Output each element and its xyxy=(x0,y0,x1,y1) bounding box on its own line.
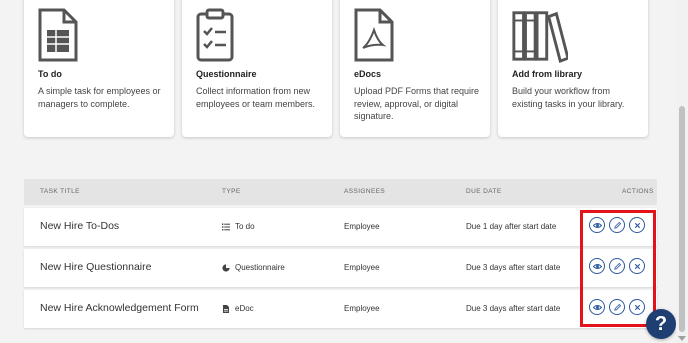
table-row[interactable]: New Hire To-Dos To do Employee Due 1 day… xyxy=(24,208,657,246)
task-type-label: Questionnaire xyxy=(235,263,285,272)
task-assignee: Employee xyxy=(344,222,380,231)
task-type: Questionnaire xyxy=(222,263,285,272)
card-add-from-library[interactable]: Add from library Build your workflow fro… xyxy=(498,0,648,137)
scroll-down-icon[interactable] xyxy=(678,336,686,341)
table-row[interactable]: New Hire Questionnaire Questionnaire Emp… xyxy=(24,249,657,287)
header-type[interactable]: TYPE xyxy=(222,188,241,195)
card-title: To do xyxy=(38,69,62,79)
task-type-label: eDoc xyxy=(235,304,254,313)
card-description: Build your workflow from existing tasks … xyxy=(512,86,625,109)
task-title[interactable]: New Hire To-Dos xyxy=(40,220,119,232)
pdf-document-icon xyxy=(354,8,394,62)
card-title: Add from library xyxy=(512,69,583,79)
task-title[interactable]: New Hire Questionnaire xyxy=(40,261,151,273)
header-actions: ACTIONS xyxy=(622,188,654,195)
task-due-date: Due 3 days after start date xyxy=(466,263,561,272)
card-edocs[interactable]: eDocs Upload PDF Forms that require revi… xyxy=(340,0,490,137)
library-books-icon xyxy=(512,11,568,64)
task-assignee: Employee xyxy=(344,304,380,313)
task-title[interactable]: New Hire Acknowledgement Form xyxy=(40,302,199,314)
table-row[interactable]: New Hire Acknowledgement Form eDoc Emplo… xyxy=(24,290,657,328)
task-type: eDoc xyxy=(222,304,254,313)
tasks-table: TASK TITLE TYPE ASSIGNEES DUE DATE ACTIO… xyxy=(24,179,657,205)
card-description: A simple task for employees or managers … xyxy=(38,86,161,109)
scrollbar-thumb[interactable] xyxy=(679,106,685,332)
actions-highlight-box xyxy=(580,210,656,327)
card-title: Questionnaire xyxy=(196,69,257,79)
header-due-date[interactable]: DUE DATE xyxy=(466,188,502,195)
task-type: To do xyxy=(222,222,255,231)
card-description: Upload PDF Forms that require review, ap… xyxy=(354,86,480,121)
card-todo[interactable]: To do A simple task for employees or man… xyxy=(24,0,174,137)
card-questionnaire[interactable]: Questionnaire Collect information from n… xyxy=(182,0,332,137)
header-assignees[interactable]: ASSIGNEES xyxy=(344,188,385,195)
spreadsheet-icon xyxy=(38,8,78,62)
task-due-date: Due 1 day after start date xyxy=(466,222,557,231)
page-scrollbar[interactable] xyxy=(676,0,688,343)
task-type-label: To do xyxy=(235,222,255,231)
document-icon xyxy=(223,304,229,313)
help-button[interactable]: ? xyxy=(646,309,676,339)
pie-chart-icon xyxy=(222,263,230,272)
list-icon xyxy=(222,223,230,230)
card-title: eDocs xyxy=(354,69,382,79)
table-header: TASK TITLE TYPE ASSIGNEES DUE DATE ACTIO… xyxy=(24,179,657,205)
clipboard-checklist-icon xyxy=(196,8,234,62)
header-task-title[interactable]: TASK TITLE xyxy=(40,188,80,195)
task-due-date: Due 3 days after start date xyxy=(466,304,561,313)
task-assignee: Employee xyxy=(344,263,380,272)
card-description: Collect information from new employees o… xyxy=(196,86,316,109)
